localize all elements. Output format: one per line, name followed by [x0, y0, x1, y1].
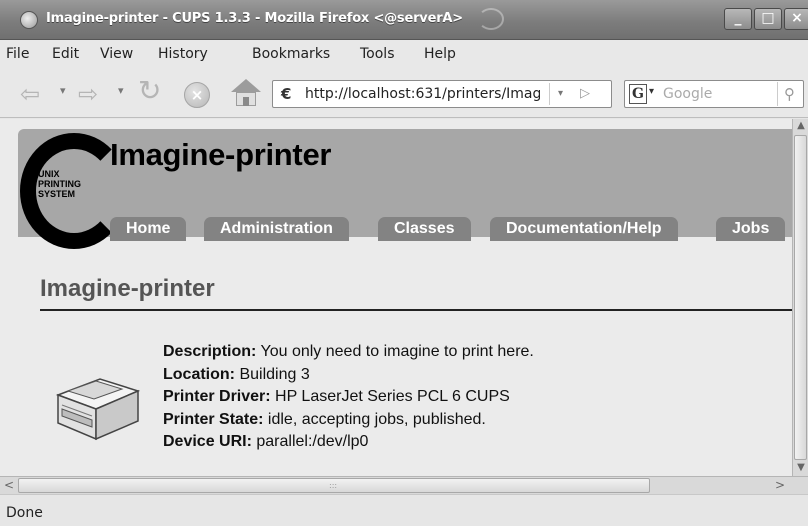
property-value: idle, accepting jobs, published. [267, 410, 486, 428]
search-input[interactable]: Google [663, 86, 712, 102]
tab-administration[interactable]: Administration [204, 217, 349, 241]
minimize-button[interactable]: _ [724, 8, 752, 30]
close-button[interactable]: × [784, 8, 808, 30]
property-label: Location: [163, 365, 235, 383]
window-title: Imagine-printer - CUPS 1.3.3 - Mozilla F… [46, 11, 463, 26]
stop-icon[interactable]: × [184, 82, 210, 108]
reload-icon[interactable]: ↻ [138, 77, 161, 105]
scroll-down-icon[interactable]: ▼ [793, 461, 808, 475]
scroll-left-icon[interactable]: < [1, 477, 17, 494]
property-label: Printer State: [163, 410, 264, 428]
property-value: You only need to imagine to print here. [260, 343, 534, 360]
menu-history[interactable]: History [158, 46, 208, 62]
scroll-up-icon[interactable]: ▲ [793, 119, 808, 133]
property-value: HP LaserJet Series PCL 6 CUPS [275, 388, 510, 405]
scroll-grip-icon: ::: [329, 481, 338, 490]
header-title: Imagine-printer [110, 137, 332, 172]
go-button[interactable]: ▷ [573, 83, 597, 105]
menu-bookmarks[interactable]: Bookmarks [252, 46, 330, 62]
property-printer-state: Printer State: idle, accepting jobs, pub… [163, 409, 534, 432]
address-bar[interactable]: € http://localhost:631/printers/Imagine-… [272, 80, 612, 108]
search-bar[interactable]: G ▾ Google ⚲ [624, 80, 804, 108]
page-title: Imagine-printer [40, 275, 215, 302]
menu-file[interactable]: File [6, 46, 29, 62]
site-favicon-icon: € [281, 85, 292, 103]
property-description: Description: You only need to imagine to… [163, 341, 534, 364]
printer-icon [55, 378, 141, 441]
property-location: Location: Building 3 [163, 364, 534, 387]
property-label: Printer Driver: [163, 388, 271, 405]
horizontal-scrollbar[interactable]: < ::: > [0, 476, 808, 494]
property-value: Building 3 [239, 365, 310, 383]
forward-arrow-icon[interactable]: ⇨ [78, 82, 98, 106]
forward-history-dropdown[interactable]: ▾ [118, 84, 124, 97]
maximize-button[interactable]: □ [754, 8, 782, 30]
menu-view[interactable]: View [100, 46, 133, 62]
cups-logo: UNIX PRINTING SYSTEM [20, 133, 128, 249]
home-icon[interactable] [231, 79, 261, 107]
back-arrow-icon[interactable]: ⇦ [20, 82, 40, 106]
title-bar[interactable]: Imagine-printer - CUPS 1.3.3 - Mozilla F… [0, 0, 808, 40]
menu-help[interactable]: Help [424, 46, 456, 62]
printer-properties: Description: You only need to imagine to… [163, 341, 534, 454]
property-label: Device URI: [163, 433, 252, 450]
back-history-dropdown[interactable]: ▾ [60, 84, 66, 97]
vertical-scrollbar[interactable]: ▲ ▼ [792, 119, 808, 476]
logo-line-unix: UNIX [38, 169, 60, 179]
menu-tools[interactable]: Tools [360, 46, 395, 62]
logo-text: UNIX PRINTING SYSTEM [38, 169, 81, 199]
tab-documentation-help[interactable]: Documentation/Help [490, 217, 678, 241]
scroll-right-icon[interactable]: > [772, 477, 788, 494]
status-bar: Done [0, 494, 808, 526]
tab-home[interactable]: Home [110, 217, 187, 241]
menu-edit[interactable]: Edit [52, 46, 79, 62]
status-text: Done [6, 505, 43, 521]
url-input[interactable]: http://localhost:631/printers/Imagine-pr… [305, 86, 540, 102]
vertical-scroll-thumb[interactable] [794, 135, 807, 460]
google-engine-icon[interactable]: G [629, 84, 647, 104]
window-menu-icon[interactable] [20, 11, 38, 29]
swirl-decoration-icon [478, 8, 504, 30]
property-device-uri: Device URI: parallel:/dev/lp0 [163, 431, 534, 454]
property-label: Description: [163, 343, 257, 360]
navigation-toolbar: ⇦ ▾ ⇨ ▾ ↻ × € http://localhost:631/print… [0, 68, 808, 118]
search-engine-dropdown[interactable]: ▾ [649, 86, 654, 97]
property-printer-driver: Printer Driver: HP LaserJet Series PCL 6… [163, 386, 534, 409]
tab-classes[interactable]: Classes [378, 217, 471, 241]
url-history-dropdown[interactable]: ▾ [549, 83, 571, 105]
cups-header: UNIX PRINTING SYSTEM Imagine-printer Hom… [18, 129, 792, 249]
tab-jobs[interactable]: Jobs [716, 217, 786, 241]
page-content: UNIX PRINTING SYSTEM Imagine-printer Hom… [0, 119, 792, 476]
search-icon[interactable]: ⚲ [777, 82, 801, 106]
property-value: parallel:/dev/lp0 [256, 433, 369, 450]
logo-line-system: SYSTEM [38, 189, 76, 199]
logo-line-printing: PRINTING [38, 179, 82, 189]
menu-bar: File Edit View History Bookmarks Tools H… [0, 40, 808, 104]
horizontal-scroll-thumb[interactable]: ::: [18, 478, 650, 493]
heading-divider [40, 309, 792, 311]
browser-window: Imagine-printer - CUPS 1.3.3 - Mozilla F… [0, 0, 808, 526]
